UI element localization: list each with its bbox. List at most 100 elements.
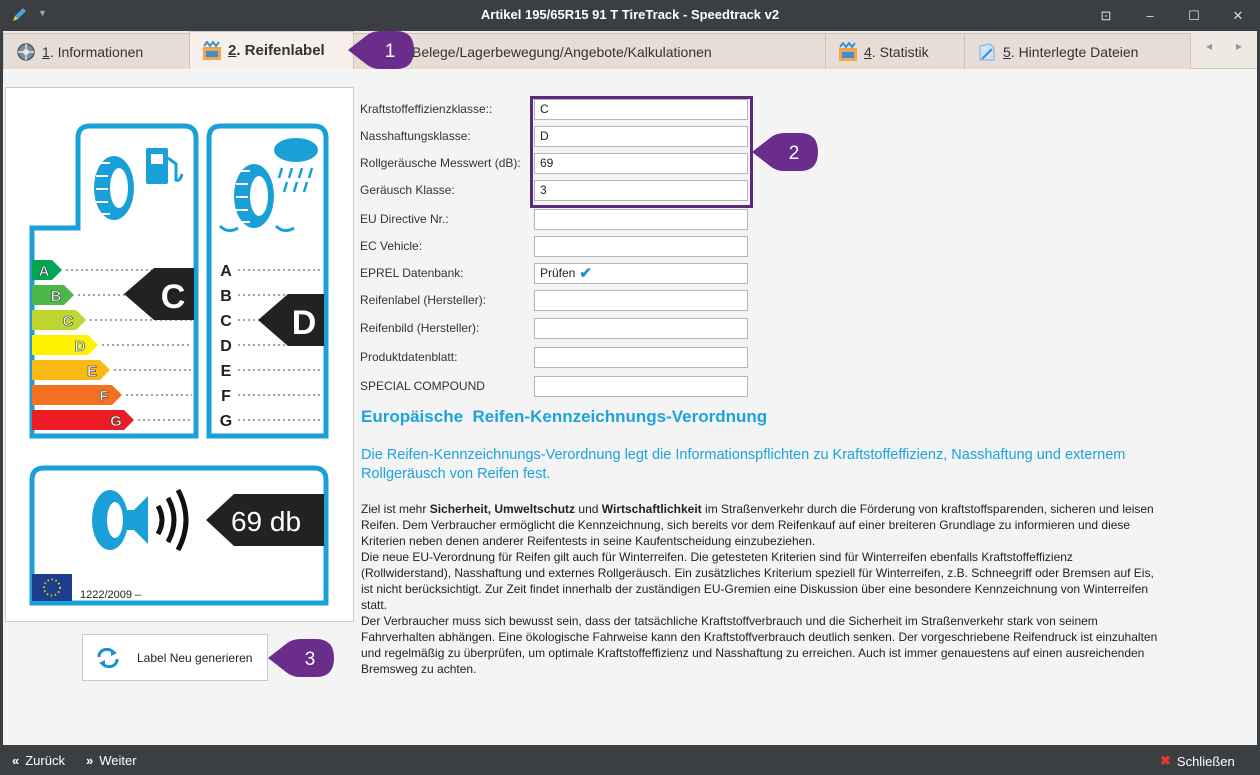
- regenerate-label-button[interactable]: Label Neu generieren: [82, 634, 268, 681]
- form-field-input[interactable]: [534, 208, 748, 230]
- forward-button[interactable]: » Weiter: [86, 753, 137, 768]
- callout-bubble-2: 2: [752, 133, 818, 171]
- fuel-class-letter: G: [110, 413, 122, 430]
- speaker-icon: [124, 488, 189, 552]
- fuel-class-letter: D: [75, 338, 86, 355]
- wet-class-marker: D: [258, 294, 324, 346]
- chart-icon: [839, 41, 857, 61]
- close-button[interactable]: ✖ Schließen: [1160, 753, 1235, 769]
- info-text: und: [575, 502, 602, 516]
- form-field-label: SPECIAL COMPOUND: [360, 379, 485, 393]
- info-text-bold: Sicherheit, Umweltschutz: [429, 502, 576, 516]
- tab-label: Belege/Lagerbewegung/Angebote/Kalkulatio…: [412, 43, 712, 60]
- tab-informationen[interactable]: 1. Informationen: [3, 33, 190, 69]
- callout-number: 2: [789, 143, 800, 164]
- close-label: Schließen: [1176, 753, 1235, 769]
- form-field-label: Produktdatenblatt:: [360, 350, 458, 364]
- form-field-label: Kraftstoffeffizienzklasse::: [360, 102, 493, 116]
- tab-prev-icon[interactable]: ◂: [1206, 39, 1212, 53]
- eu-tire-label: ABCDEFG C ABCDEFG D 69 db 1222/2009 –: [29, 123, 329, 606]
- wet-class-value: D: [292, 304, 317, 342]
- double-chevron-left-icon: «: [12, 753, 20, 768]
- regenerate-label-text: Label Neu generieren: [137, 650, 253, 665]
- form-field-input[interactable]: [534, 346, 748, 368]
- close-icon: ✖: [1160, 753, 1171, 768]
- tab-number: 5: [1003, 43, 1011, 60]
- form-field-input[interactable]: Prüfen ✔: [534, 262, 748, 284]
- info-heading: Europäische Reifen-Kennzeichnungs-Verord…: [361, 407, 768, 426]
- info-paragraph: Der Verbraucher muss sich bewusst sein, …: [361, 614, 1158, 676]
- form-field-label: EPREL Datenbank:: [360, 266, 464, 280]
- fuel-class-letter: F: [99, 388, 108, 405]
- form-field-input[interactable]: [534, 375, 748, 397]
- tab-next-icon[interactable]: ▸: [1236, 39, 1242, 53]
- form-row: Reifenlabel (Hersteller):: [360, 289, 748, 311]
- tab-label: . Hinterlegte Dateien: [1010, 43, 1139, 60]
- back-label: Zurück: [25, 753, 65, 768]
- tire-icon: [92, 490, 128, 550]
- fuel-class-bar: [32, 360, 110, 380]
- tire-label-image: ABCDEFG C ABCDEFG D 69 db 1222/2009 –: [5, 87, 354, 622]
- fuel-class-bar: [32, 310, 86, 330]
- fuel-pump-icon: [146, 148, 184, 184]
- tab-reifenlabel[interactable]: 2. Reifenlabel: [189, 31, 354, 69]
- tab-hinterlegte-dateien[interactable]: 5. Hinterlegte Dateien: [964, 33, 1191, 69]
- tab-belege[interactable]: Belege/Lagerbewegung/Angebote/Kalkulatio…: [353, 33, 826, 69]
- callout-number: 3: [305, 649, 316, 670]
- callout-number: 1: [385, 41, 396, 62]
- tire-icon: [94, 156, 134, 220]
- noise-value: 69 db: [231, 506, 301, 537]
- close-window-button[interactable]: ✕: [1216, 0, 1260, 31]
- info-paragraph: Ziel ist mehr Sicherheit, Umweltschutz u…: [361, 501, 1161, 549]
- wet-class-letter: A: [220, 263, 232, 280]
- form-field-input[interactable]: [534, 235, 748, 257]
- tab-statistik[interactable]: 4. Statistik: [825, 33, 965, 69]
- tab-number: 4: [864, 43, 872, 60]
- info-text: Ziel ist mehr: [361, 502, 430, 516]
- title-bar: ▼ Artikel 195/65R15 91 T TireTrack - Spe…: [0, 0, 1260, 31]
- form-field-label: Reifenlabel (Hersteller):: [360, 293, 487, 307]
- info-lead: Die Reifen-Kennzeichnungs-Verordnung leg…: [361, 447, 1126, 482]
- tire-icon: [234, 164, 274, 228]
- tab-label: . Reifenlabel: [236, 42, 325, 59]
- callout-highlight-box: [530, 96, 753, 208]
- refresh-icon: [97, 647, 119, 668]
- fuel-class-letter: B: [51, 288, 62, 305]
- window-title: Artikel 195/65R15 91 T TireTrack - Speed…: [480, 7, 780, 22]
- fuel-class-letter: E: [87, 363, 97, 380]
- form-field-label: Nasshaftungsklasse:: [360, 129, 471, 143]
- form-field-input[interactable]: [534, 317, 748, 339]
- form-field-label: EC Vehicle:: [360, 239, 423, 253]
- maximize-button[interactable]: ☐: [1172, 0, 1216, 31]
- form-row: SPECIAL COMPOUND: [360, 375, 748, 397]
- regulation-number: 1222/2009 –: [80, 589, 142, 601]
- callout-bubble-1: 1: [348, 31, 414, 69]
- info-paragraph: Die neue EU-Verordnung für Reifen gilt a…: [361, 550, 1154, 612]
- pin-button[interactable]: ⊡: [1084, 0, 1128, 31]
- fuel-class-value: C: [161, 278, 186, 316]
- form-field-value: Prüfen: [540, 266, 576, 280]
- fuel-class-letter: C: [63, 313, 74, 330]
- eu-flag-icon: [32, 574, 72, 601]
- tab-number: 1: [42, 43, 50, 60]
- checkmark-icon: ✔: [579, 265, 592, 282]
- tab-label: . Statistik: [871, 43, 929, 60]
- fuel-class-letter: A: [39, 263, 50, 280]
- double-chevron-right-icon: »: [86, 753, 94, 768]
- minimize-button[interactable]: –: [1128, 0, 1172, 31]
- info-body: Ziel ist mehr Sicherheit, Umweltschutz u…: [361, 501, 1161, 677]
- fuel-class-marker: C: [124, 268, 194, 320]
- form-row: Reifenbild (Hersteller):: [360, 317, 748, 339]
- back-button[interactable]: « Zurück: [12, 753, 65, 768]
- tab-label: . Informationen: [49, 43, 144, 60]
- info-text-bold: Wirtschaftlichkeit: [601, 502, 702, 516]
- form-field-label: Rollgeräusche Messwert (dB):: [360, 156, 521, 170]
- wet-class-letter: C: [220, 313, 232, 330]
- callout-bubble-3: 3: [268, 639, 334, 677]
- wet-class-letter: D: [220, 338, 232, 355]
- form-field-label: Reifenbild (Hersteller):: [360, 321, 480, 335]
- form-field-input[interactable]: [534, 289, 748, 311]
- form-field-label: EU Directive Nr.:: [360, 212, 449, 226]
- noise-value-marker: 69 db: [206, 494, 324, 546]
- tab-strip: 1. Informationen 2. Reifenlabel Belege/L…: [3, 31, 1257, 69]
